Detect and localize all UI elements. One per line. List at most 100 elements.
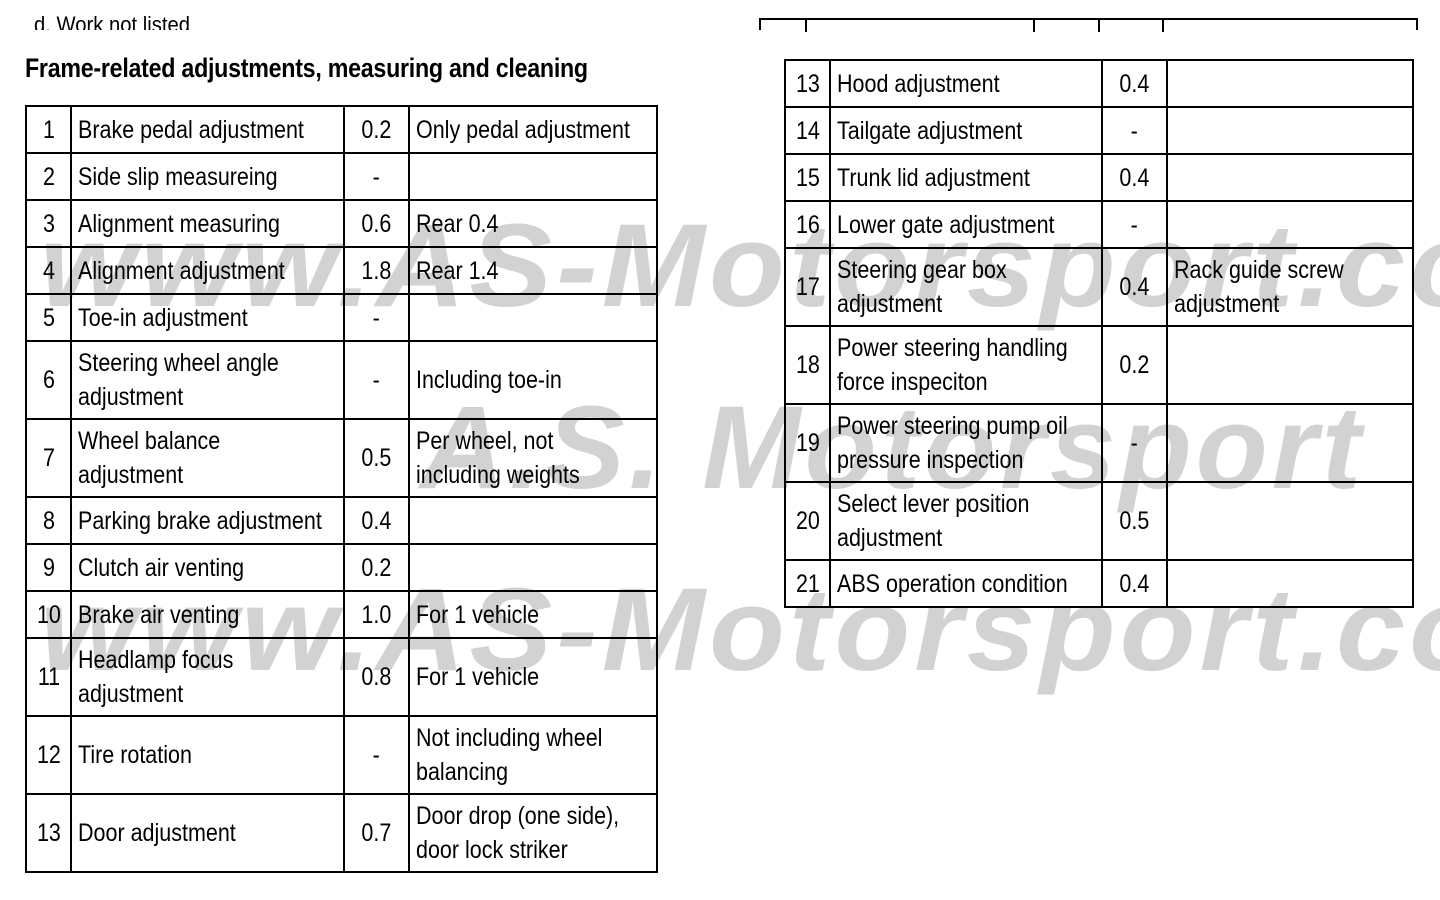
work-hours-value: 0.5 [1119, 507, 1150, 535]
work-hours-value: 1.8 [361, 256, 392, 285]
remarks-text: Door drop (one side), [416, 802, 620, 830]
remarks-cell [1166, 481, 1414, 561]
table-row: 5 Toe-in adjustment - [25, 293, 658, 342]
work-hours-cell: 0.2 [343, 105, 410, 154]
remarks-cell [1166, 153, 1414, 202]
work-description: Toe-in adjustment [78, 303, 248, 332]
remarks-cell: Rear 0.4 [408, 199, 658, 248]
item-number: 2 [42, 162, 55, 191]
item-number: 4 [42, 256, 55, 285]
remarks-cell [1166, 200, 1414, 249]
item-number: 16 [795, 210, 820, 239]
item-number: 6 [42, 366, 55, 394]
work-description: Side slip measureing [78, 162, 278, 191]
item-number: 7 [42, 444, 55, 472]
work-description: Steering wheel angle [78, 349, 279, 377]
work-description-cell: Headlamp focus adjustment [70, 637, 345, 717]
work-description-cell: Clutch air venting [70, 543, 345, 592]
remarks-cell: Including toe-in [408, 340, 658, 420]
work-description-cell: Tailgate adjustment [829, 106, 1103, 155]
work-description: Door adjustment [78, 819, 236, 847]
work-hours-cell: 0.4 [1101, 59, 1168, 108]
table-row: 2 Side slip measureing - [25, 152, 658, 201]
table-row: 6 Steering wheel angle adjustment - Includin… [25, 340, 658, 420]
table-row: 18 Power steering handling force inspecito… [784, 325, 1414, 405]
work-hours-value: 0.4 [1119, 569, 1150, 598]
table-row: 3 Alignment measuring 0.6 Rear 0.4 [25, 199, 658, 248]
item-number-cell: 3 [25, 199, 72, 248]
remarks-text: Including toe-in [416, 366, 562, 394]
item-number-cell: 18 [784, 325, 831, 405]
work-description-cell: Trunk lid adjustment [829, 153, 1103, 202]
remarks-text: Rear 1.4 [416, 256, 499, 285]
remarks-text: For 1 vehicle [416, 600, 540, 629]
work-hours-cell: 0.4 [1101, 153, 1168, 202]
work-description: Alignment measuring [78, 209, 280, 238]
item-number: 3 [42, 209, 55, 238]
work-description: Alignment adjustment [78, 256, 285, 285]
remarks-cell: Not including wheel balancing [408, 715, 658, 795]
item-number: 13 [795, 69, 820, 98]
table-row: 12 Tire rotation - Not including wheel balan… [25, 715, 658, 795]
remarks-cell: Rack guide screw adjustment [1166, 247, 1414, 327]
work-description: Trunk lid adjustment [837, 163, 1030, 192]
work-description-cell: Toe-in adjustment [70, 293, 345, 342]
work-hours-value: 0.5 [361, 444, 392, 472]
item-number-cell: 15 [784, 153, 831, 202]
item-number: 1 [42, 115, 55, 144]
item-number: 21 [795, 569, 820, 598]
remarks-cell [408, 293, 658, 342]
remarks-cell: For 1 vehicle [408, 637, 658, 717]
remarks-cell [1166, 559, 1414, 608]
remarks-cell [408, 496, 658, 545]
table-row: 20 Select lever position adjustment 0.5 [784, 481, 1414, 561]
work-hours-value: - [1130, 429, 1139, 457]
item-number-cell: 4 [25, 246, 72, 295]
work-description: adjustment [78, 461, 184, 489]
table-row: 13 Hood adjustment 0.4 [784, 59, 1414, 108]
item-number: 13 [36, 819, 61, 847]
work-description: Headlamp focus [78, 646, 234, 674]
table-row: 15 Trunk lid adjustment 0.4 [784, 153, 1414, 202]
work-hours-cell: - [343, 715, 410, 795]
work-description: Parking brake adjustment [78, 506, 322, 535]
work-hours-cell: - [1101, 106, 1168, 155]
work-description: adjustment [78, 383, 184, 411]
item-number: 10 [36, 600, 61, 629]
work-hours-value: - [372, 162, 381, 191]
table-row: 13 Door adjustment 0.7 Door drop (one side)… [25, 793, 658, 873]
work-hours-cell: 0.7 [343, 793, 410, 873]
work-description: Tire rotation [78, 741, 192, 769]
item-number-cell: 1 [25, 105, 72, 154]
work-description-cell: Steering gear box adjustment [829, 247, 1103, 327]
work-hours-cell: 0.4 [343, 496, 410, 545]
work-description: Brake air venting [78, 600, 240, 629]
remarks-cell [1166, 403, 1414, 483]
remarks-cell [1166, 325, 1414, 405]
item-number-cell: 21 [784, 559, 831, 608]
item-number: 12 [36, 741, 61, 769]
work-hours-value: 0.2 [361, 553, 392, 582]
work-hours-value: 0.7 [361, 819, 392, 847]
item-number: 8 [42, 506, 55, 535]
work-description-cell: Parking brake adjustment [70, 496, 345, 545]
table-divider [1033, 20, 1035, 32]
item-number-cell: 10 [25, 590, 72, 639]
work-description: Brake pedal adjustment [78, 115, 304, 144]
work-hours-value: 0.8 [361, 663, 392, 691]
previous-table-fragment [759, 18, 1418, 32]
table-divider [805, 20, 807, 32]
section-title: Frame-related adjustments, measuring and… [25, 53, 588, 83]
work-hours-value: - [372, 303, 381, 332]
work-description: Wheel balance [78, 427, 221, 455]
remarks-cell [408, 543, 658, 592]
work-hours-value: 1.0 [361, 600, 392, 629]
remarks-text: For 1 vehicle [416, 663, 540, 691]
item-number-cell: 19 [784, 403, 831, 483]
work-hours-cell: 0.2 [343, 543, 410, 592]
work-hours-cell: - [343, 152, 410, 201]
remarks-cell: For 1 vehicle [408, 590, 658, 639]
item-number-cell: 7 [25, 418, 72, 498]
work-description: Select lever position [837, 490, 1030, 518]
work-description: pressure inspection [837, 446, 1024, 474]
